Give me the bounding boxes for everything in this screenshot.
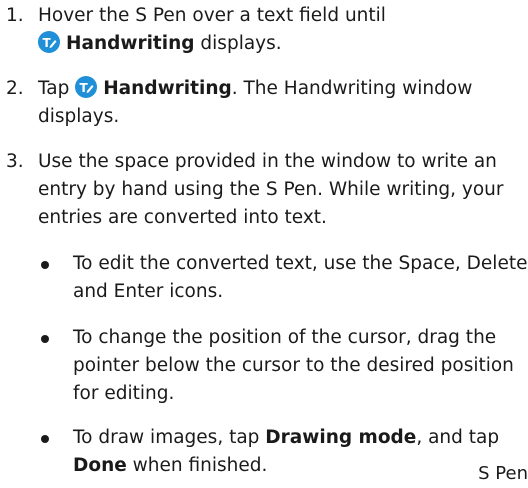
step-number: 1. <box>6 5 24 26</box>
bullet-text-after: , and tap <box>416 427 500 448</box>
handwriting-icon: T <box>75 76 98 98</box>
step-line: Hover the S Pen over a text field until <box>38 5 386 26</box>
handwriting-keyword: Handwriting <box>103 78 232 99</box>
step-number: 2. <box>6 78 24 99</box>
bullet-line: and Enter icons. <box>73 281 224 302</box>
svg-text:T: T <box>80 81 89 95</box>
step-text-before: Tap <box>38 78 76 99</box>
bullet-dot <box>41 261 49 269</box>
handwriting-icon: T <box>38 31 60 53</box>
step-text: Tap T Handwriting. The Handwriting window… <box>38 75 520 131</box>
bullet-line: To edit the converted text, use the Spac… <box>73 253 528 274</box>
step-line: entry by hand using the S Pen. While wri… <box>38 179 504 200</box>
handwriting-keyword: Handwriting <box>66 33 195 54</box>
bullet-line: for editing. <box>73 383 175 404</box>
bullet-line: To change the position of the cursor, dr… <box>73 327 497 348</box>
bullet-text: To change the position of the cursor, dr… <box>73 324 525 408</box>
step-text-after: . The Handwriting window <box>231 78 473 99</box>
step-text: Hover the S Pen over a text field until … <box>38 2 520 58</box>
step-number: 3. <box>6 151 24 172</box>
bullet-line: pointer below the cursor to the desired … <box>73 355 514 376</box>
step-line: Use the space provided in the window to … <box>38 151 497 172</box>
bullet-text: To edit the converted text, use the Spac… <box>73 250 528 306</box>
bullet-line: To draw images, tap Drawing mode, and ta… <box>73 424 525 452</box>
step-text: Use the space provided in the window to … <box>38 148 520 232</box>
bullet-line: Done when finished. <box>73 452 525 480</box>
step-line: Tap T Handwriting. The Handwriting window <box>38 75 520 103</box>
bullet-text-after: when finished. <box>126 455 268 476</box>
step-line: displays. <box>38 106 120 127</box>
done-keyword: Done <box>73 455 127 476</box>
step-line: entries are converted into text. <box>38 207 327 228</box>
step-text-after: displays. <box>194 33 282 54</box>
drawing-mode-keyword: Drawing mode <box>265 427 417 448</box>
bullet-dot <box>41 335 49 343</box>
bullet-text-before: To draw images, tap <box>73 427 266 448</box>
bullet-text: To draw images, tap Drawing mode, and ta… <box>73 424 525 480</box>
bullet-dot <box>41 435 49 443</box>
svg-text:T: T <box>43 36 52 50</box>
step-line: T Handwriting displays. <box>38 30 520 58</box>
section-footer-label: S Pen <box>478 463 528 484</box>
